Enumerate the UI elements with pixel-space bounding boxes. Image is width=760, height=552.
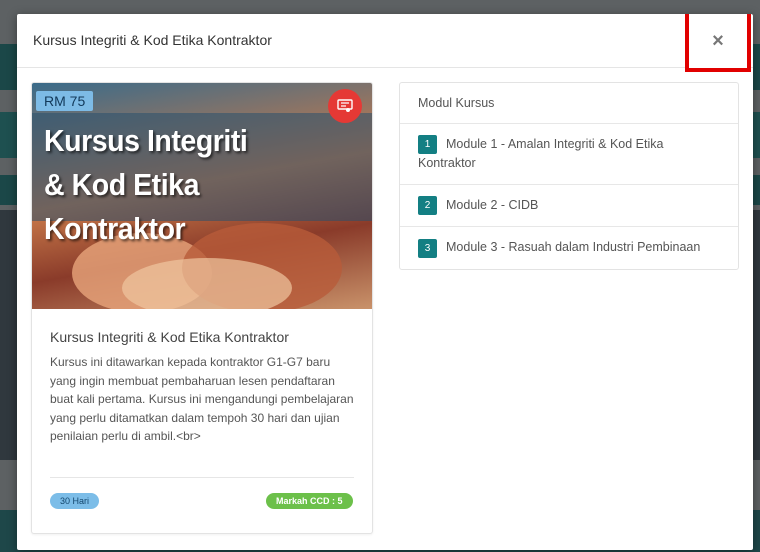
module-item[interactable]: 3 Module 3 - Rasuah dalam Industri Pembin… (400, 227, 738, 268)
modal-header: Kursus Integriti & Kod Etika Kontraktor … (17, 14, 753, 72)
banner-line: & Kod Etika Kontraktor (44, 167, 199, 246)
banner-line: Kursus Integriti (44, 123, 248, 158)
course-description: Kursus ini ditawarkan kepada kontraktor … (50, 355, 354, 443)
photo-hand (122, 258, 292, 309)
close-icon[interactable]: × (712, 31, 724, 51)
card-divider (50, 477, 354, 478)
close-button[interactable]: × (685, 14, 751, 72)
module-list: Modul Kursus 1 Module 1 - Amalan Integrit… (399, 82, 739, 270)
duration-badge: 30 Hari (50, 493, 100, 509)
module-item[interactable]: 2 Module 2 - CIDB (400, 185, 738, 228)
module-number-badge: 1 (418, 135, 437, 155)
course-card-body: Kursus Integriti & Kod Etika Kontraktor … (50, 329, 356, 446)
module-label: Module 3 - Rasuah dalam Industri Pembina… (446, 240, 701, 255)
course-card: Kursus Integriti & Kod Etika Kontraktor … (31, 82, 373, 534)
banner-title: Kursus Integriti & Kod Etika Kontraktor (44, 119, 348, 251)
module-number-badge: 2 (418, 196, 437, 216)
certificate-button[interactable] (328, 89, 362, 123)
module-item[interactable]: 1 Module 1 - Amalan Integriti & Kod Etika… (400, 124, 738, 186)
module-label: Module 1 - Amalan Integriti & Kod Etika … (418, 137, 664, 171)
certificate-icon (337, 99, 353, 112)
price-badge: RM 75 (36, 91, 94, 111)
modal-title: Kursus Integriti & Kod Etika Kontraktor (33, 32, 272, 48)
course-title: Kursus Integriti & Kod Etika Kontraktor (50, 329, 289, 345)
module-label: Module 2 - CIDB (446, 198, 539, 213)
course-modal: Kursus Integriti & Kod Etika Kontraktor … (17, 14, 753, 550)
module-list-header: Modul Kursus (400, 83, 738, 124)
module-number-badge: 3 (418, 238, 437, 258)
course-image: Kursus Integriti & Kod Etika Kontraktor … (32, 83, 372, 309)
ccd-points-badge: Markah CCD : 5 (266, 493, 353, 509)
